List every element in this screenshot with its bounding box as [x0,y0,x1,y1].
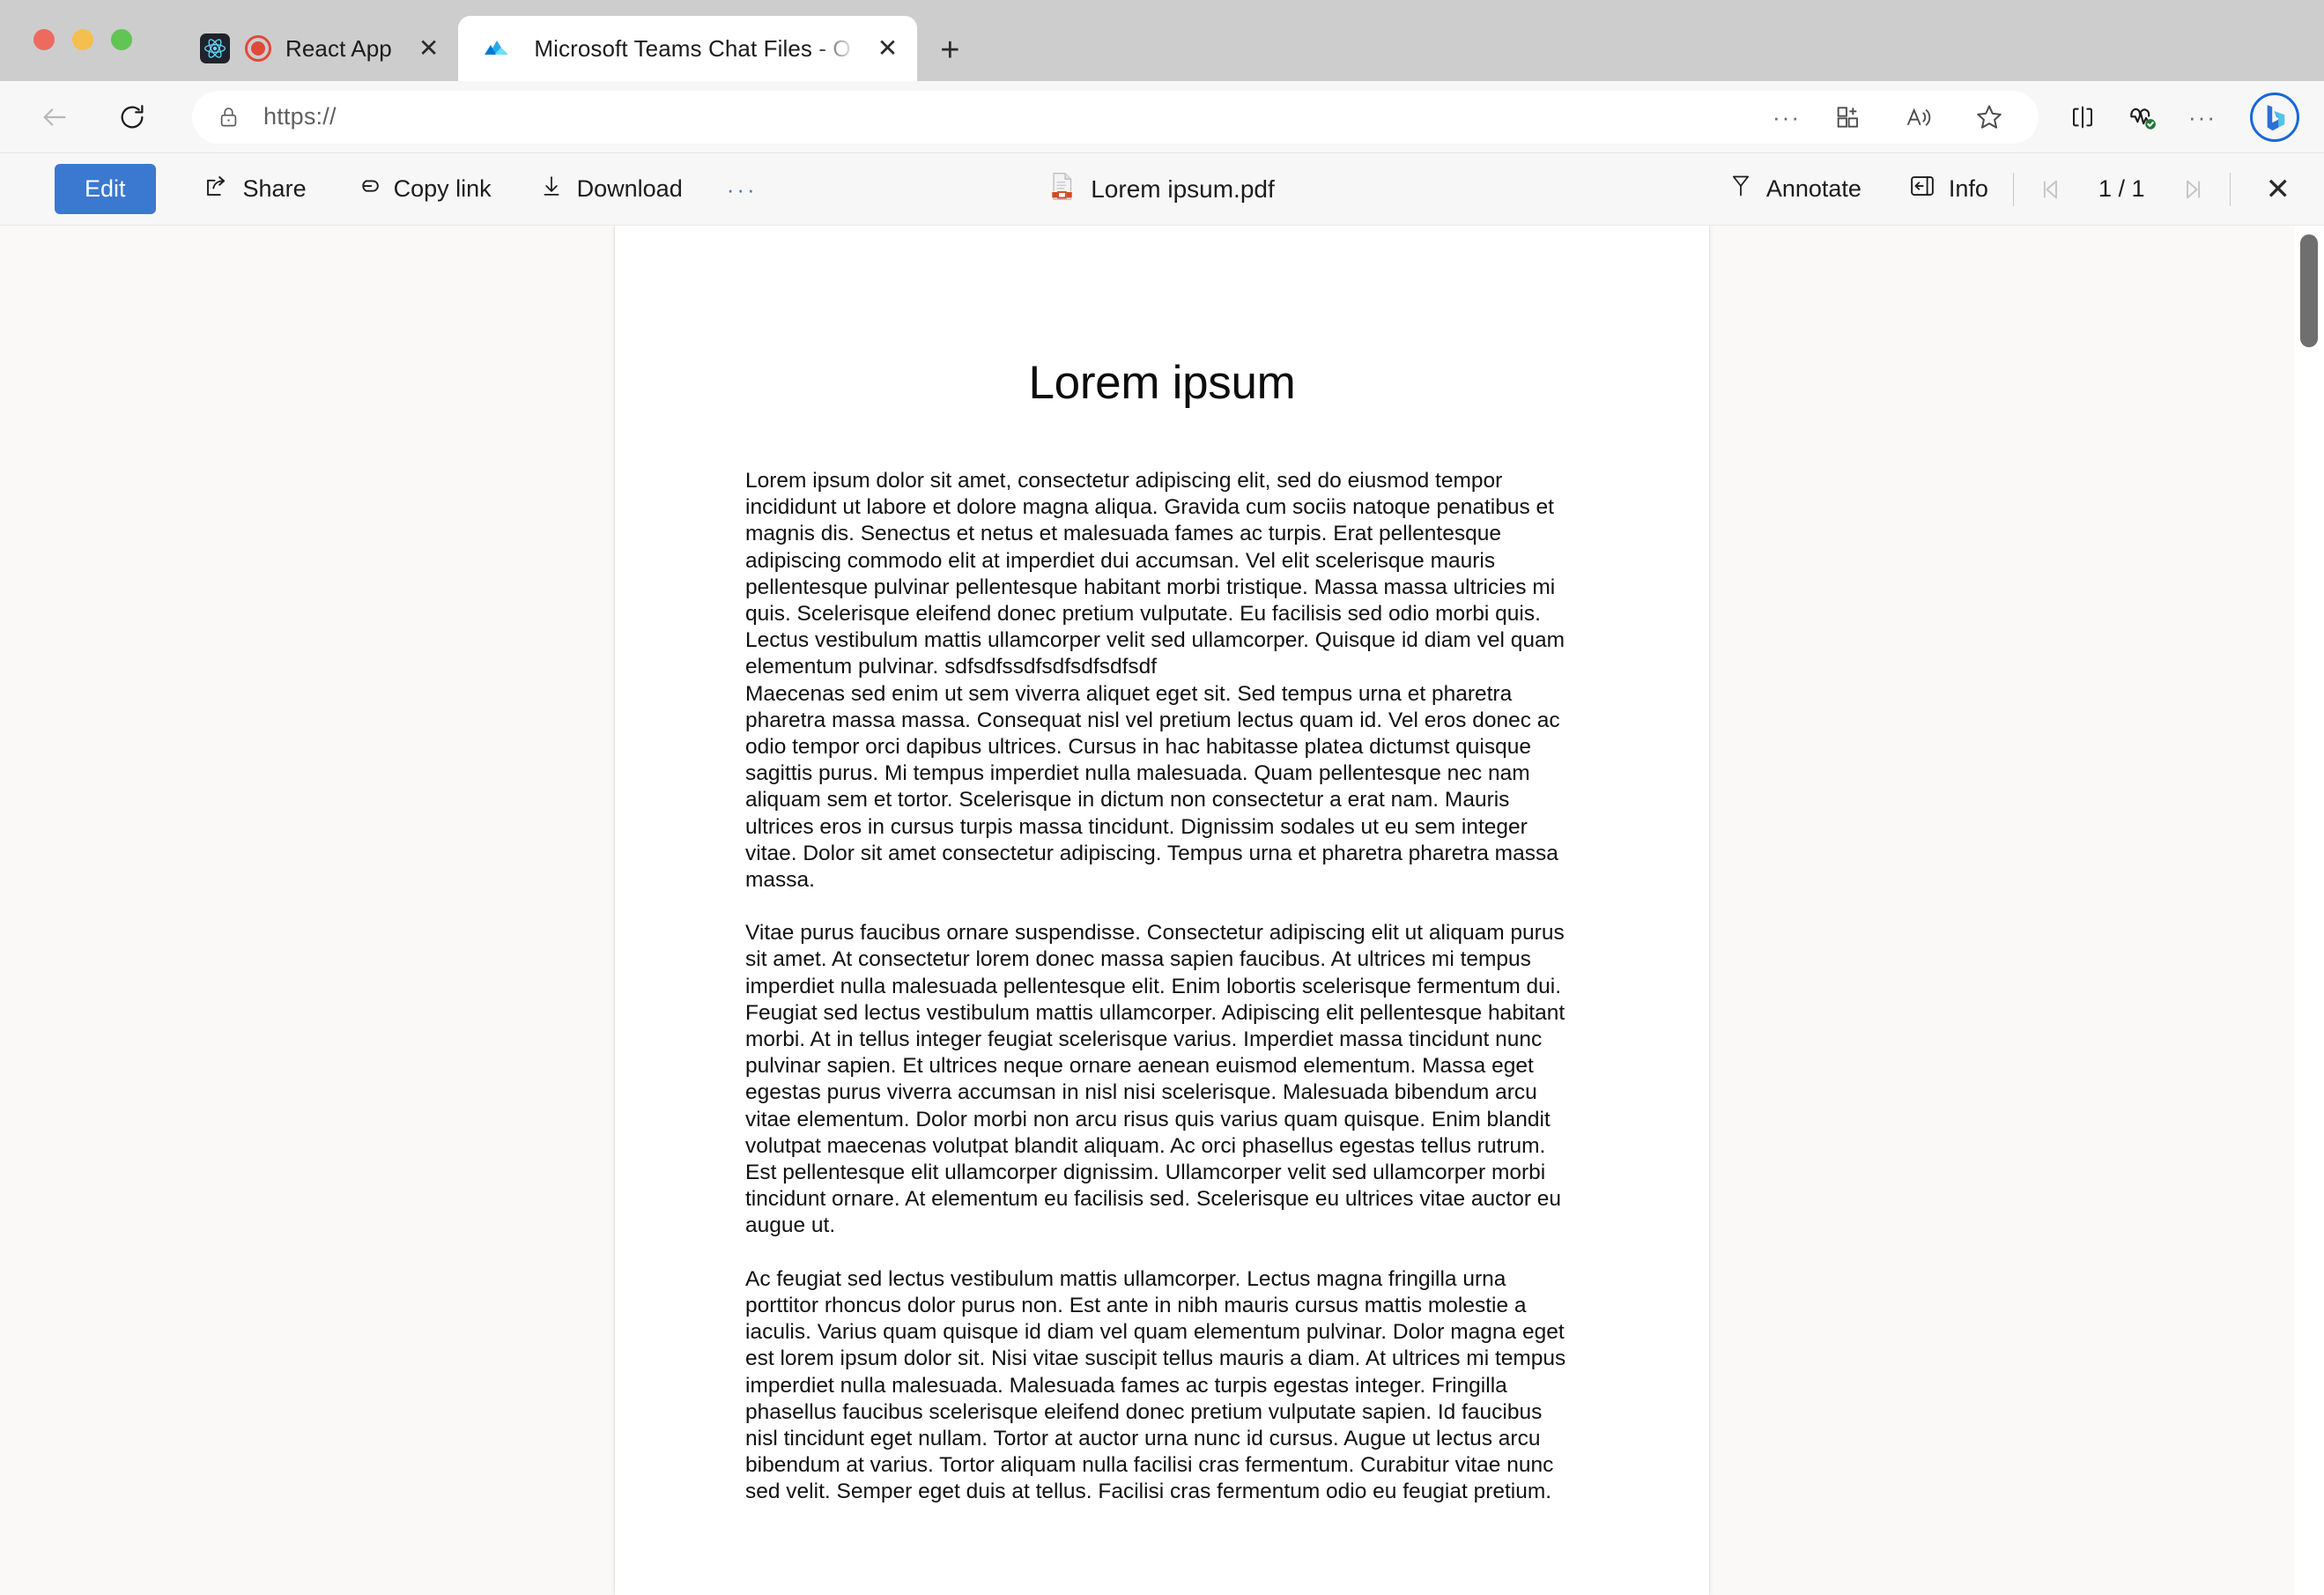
download-button[interactable]: Download [539,173,683,205]
share-icon [204,173,230,205]
document-title: Lorem ipsum [1028,357,1296,409]
edit-button[interactable]: Edit [55,164,156,214]
browser-essentials-icon[interactable] [2120,94,2165,140]
toolbar-divider [2012,172,2014,206]
toolbar-divider [2229,172,2231,206]
settings-more-icon[interactable]: ··· [2180,94,2225,140]
document-paragraph: Ac feugiat sed lectus vestibulum mattis … [745,1266,1566,1504]
tab-close-button[interactable]: ✕ [851,36,898,61]
annotate-pen-icon [1728,172,1753,206]
pdf-toolbar-right: Annotate Info 1 / 1 ✕ [1681,172,2301,206]
pdf-file-title[interactable]: Lorem ipsum.pdf [1049,172,1275,207]
window-traffic-lights [33,29,132,50]
download-icon [539,173,564,205]
document-paragraph: Maecenas sed enim ut sem viverra aliquet… [745,681,1560,893]
bing-copilot-icon[interactable] [2250,92,2299,142]
pdf-file-icon [1049,172,1075,207]
copy-link-label: Copy link [393,175,492,202]
tab-close-button[interactable]: ✕ [392,36,439,61]
collections-icon[interactable] [1825,94,1871,140]
recording-indicator-icon [245,35,271,62]
next-page-icon[interactable] [2179,176,2205,203]
new-tab-button[interactable]: + [940,33,959,67]
scrollbar-thumb[interactable] [2300,234,2318,347]
annotate-button[interactable]: Annotate [1728,172,1861,206]
onedrive-icon [481,33,513,64]
pdf-page: Lorem ipsum Lorem ipsum dolor sit amet, … [615,226,1709,1595]
close-pdf-button[interactable]: ✕ [2266,174,2291,204]
pdf-toolbar-actions: Share Copy link Download ··· [156,173,758,205]
react-icon [199,33,231,64]
minimize-window-button[interactable] [72,29,93,50]
previous-page-icon[interactable] [2039,176,2065,203]
read-aloud-icon[interactable] [1896,94,1942,140]
info-button[interactable]: Info [1909,174,1988,204]
pdf-viewer-body: Lorem ipsum Lorem ipsum dolor sit amet, … [0,226,2324,1595]
share-button[interactable]: Share [204,173,307,205]
browser-right-actions: ··· [2060,92,2299,142]
omnibox-more-icon[interactable]: ··· [1773,106,1801,129]
tab-title: Microsoft Teams Chat Files - O [534,34,851,62]
address-bar: https:// ··· ··· [0,81,2324,153]
share-label: Share [242,175,307,202]
page-indicator: 1 / 1 [2098,175,2145,202]
omnibox-actions: ··· [1773,94,2019,140]
download-label: Download [576,175,683,202]
url-text[interactable]: https:// [263,103,1773,130]
maximize-window-button[interactable] [111,29,132,50]
url-bar[interactable]: https:// ··· [192,90,2039,144]
annotate-label: Annotate [1765,175,1861,202]
pdf-more-options-button[interactable]: ··· [727,178,758,201]
pdf-viewer-toolbar: Edit Share Copy link Download ··· Lorem … [0,153,2324,226]
document-paragraph: Lorem ipsum dolor sit amet, consectetur … [745,469,1565,679]
close-window-button[interactable] [33,29,55,50]
document-paragraph: Vitae purus faucibus ornare suspendisse.… [745,921,1565,1238]
link-icon [354,173,381,205]
browser-window: React App ✕ Microsoft Teams Chat Files -… [0,0,2324,1595]
tab-react-app[interactable]: React App ✕ [176,16,458,81]
favorite-star-icon[interactable] [1966,94,2012,140]
reload-icon[interactable] [107,93,157,142]
settings-dots: ··· [2188,103,2217,130]
tab-strip: React App ✕ Microsoft Teams Chat Files -… [0,0,2324,81]
info-label: Info [1948,175,1988,202]
info-panel-icon [1909,174,1935,204]
split-screen-icon[interactable] [2060,94,2106,140]
pdf-file-name: Lorem ipsum.pdf [1091,174,1275,203]
tab-title: React App [285,34,392,62]
tab-list: React App ✕ Microsoft Teams Chat Files -… [176,0,959,81]
copy-link-button[interactable]: Copy link [354,173,492,205]
vertical-scrollbar[interactable] [2300,231,2318,1595]
back-icon[interactable] [30,93,79,142]
tab-microsoft-teams-chat-files[interactable]: Microsoft Teams Chat Files - O ✕ [458,16,918,81]
lock-icon[interactable] [217,104,241,130]
